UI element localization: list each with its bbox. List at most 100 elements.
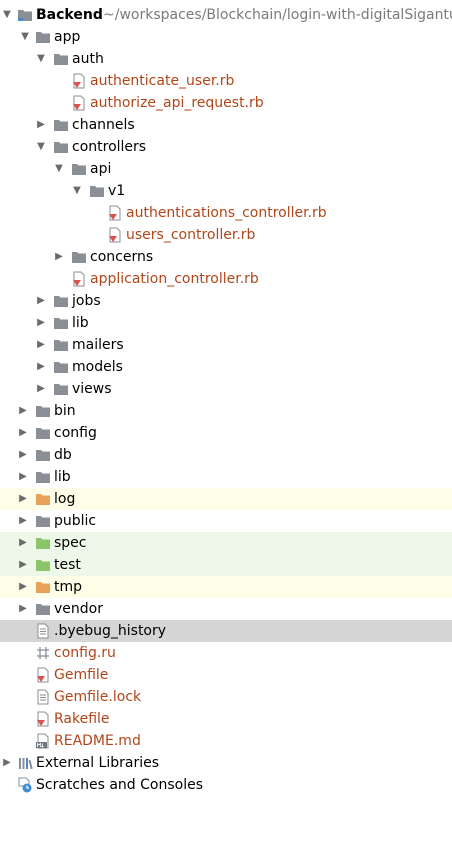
tree-row-scratches[interactable]: Scratches and Consoles xyxy=(0,774,452,796)
tree-row-gemfile[interactable]: Gemfile xyxy=(0,664,452,686)
collapsed-arrow-icon[interactable]: ▶ xyxy=(35,114,47,136)
tree-row-users-controller[interactable]: users_controller.rb xyxy=(0,224,452,246)
tree-row-readme[interactable]: README.md xyxy=(0,730,452,752)
tree-row-log[interactable]: ▶ log xyxy=(0,488,452,510)
file-label: Gemfile.lock xyxy=(54,689,142,705)
tree-row-app-lib[interactable]: ▶ lib xyxy=(0,312,452,334)
folder-icon xyxy=(89,183,105,199)
excluded-folder-icon xyxy=(35,491,51,507)
collapsed-arrow-icon[interactable]: ▶ xyxy=(17,466,29,488)
folder-icon xyxy=(35,425,51,441)
test-folder-icon xyxy=(35,535,51,551)
tree-row-tmp[interactable]: ▶ tmp xyxy=(0,576,452,598)
ruby-file-icon xyxy=(35,711,51,727)
tree-row-lib[interactable]: ▶ lib xyxy=(0,466,452,488)
tree-row-bin[interactable]: ▶ bin xyxy=(0,400,452,422)
folder-label: spec xyxy=(54,535,87,551)
tree-row-backend[interactable]: ▼ Backend ~/workspaces/Blockchain/login-… xyxy=(0,4,452,26)
tree-row-authorize-api-request[interactable]: authorize_api_request.rb xyxy=(0,92,452,114)
tree-row-jobs[interactable]: ▶ jobs xyxy=(0,290,452,312)
folder-icon xyxy=(35,29,51,45)
collapsed-arrow-icon[interactable]: ▶ xyxy=(17,554,29,576)
expanded-arrow-icon[interactable]: ▼ xyxy=(19,26,31,48)
tree-row-authenticate-user[interactable]: authenticate_user.rb xyxy=(0,70,452,92)
collapsed-arrow-icon[interactable]: ▶ xyxy=(17,576,29,598)
collapsed-arrow-icon[interactable]: ▶ xyxy=(17,422,29,444)
test-folder-icon xyxy=(35,557,51,573)
collapsed-arrow-icon[interactable]: ▶ xyxy=(17,488,29,510)
folder-label: concerns xyxy=(90,249,154,265)
tree-row-authentications-controller[interactable]: authentications_controller.rb xyxy=(0,202,452,224)
folder-label: lib xyxy=(54,469,71,485)
expanded-arrow-icon[interactable]: ▼ xyxy=(53,158,65,180)
folder-icon xyxy=(35,513,51,529)
collapsed-arrow-icon[interactable]: ▶ xyxy=(35,312,47,334)
tree-row-views[interactable]: ▶ views xyxy=(0,378,452,400)
tree-row-controllers[interactable]: ▼ controllers xyxy=(0,136,452,158)
expanded-arrow-icon[interactable]: ▼ xyxy=(71,180,83,202)
folder-label: auth xyxy=(72,51,104,67)
collapsed-arrow-icon[interactable]: ▶ xyxy=(35,356,47,378)
text-file-icon xyxy=(35,623,51,639)
expanded-arrow-icon[interactable]: ▼ xyxy=(1,4,13,26)
config-file-icon xyxy=(35,645,51,661)
folder-icon xyxy=(71,249,87,265)
file-label: authenticate_user.rb xyxy=(90,73,235,89)
folder-icon xyxy=(53,337,69,353)
folder-icon xyxy=(53,51,69,67)
tree-row-application-controller[interactable]: application_controller.rb xyxy=(0,268,452,290)
tree-row-concerns[interactable]: ▶ concerns xyxy=(0,246,452,268)
folder-label: public xyxy=(54,513,97,529)
collapsed-arrow-icon[interactable]: ▶ xyxy=(35,378,47,400)
file-label: .byebug_history xyxy=(54,623,167,639)
folder-label: vendor xyxy=(54,601,103,617)
tree-row-mailers[interactable]: ▶ mailers xyxy=(0,334,452,356)
tree-row-vendor[interactable]: ▶ vendor xyxy=(0,598,452,620)
tree-row-public[interactable]: ▶ public xyxy=(0,510,452,532)
collapsed-arrow-icon[interactable]: ▶ xyxy=(17,510,29,532)
node-label: Scratches and Consoles xyxy=(36,777,203,793)
tree-row-rakefile[interactable]: Rakefile xyxy=(0,708,452,730)
folder-icon xyxy=(53,359,69,375)
ruby-file-icon xyxy=(71,95,87,111)
folder-label: jobs xyxy=(72,293,101,309)
tree-row-db[interactable]: ▶ db xyxy=(0,444,452,466)
folder-label: api xyxy=(90,161,112,177)
tree-row-gemfile-lock[interactable]: Gemfile.lock xyxy=(0,686,452,708)
collapsed-arrow-icon[interactable]: ▶ xyxy=(35,290,47,312)
folder-icon xyxy=(35,601,51,617)
tree-row-app[interactable]: ▼ app xyxy=(0,26,452,48)
collapsed-arrow-icon[interactable]: ▶ xyxy=(17,444,29,466)
collapsed-arrow-icon[interactable]: ▶ xyxy=(1,752,13,774)
folder-icon xyxy=(35,403,51,419)
folder-icon xyxy=(35,469,51,485)
collapsed-arrow-icon[interactable]: ▶ xyxy=(53,246,65,268)
tree-row-config[interactable]: ▶ config xyxy=(0,422,452,444)
node-label: External Libraries xyxy=(36,755,159,771)
folder-label: config xyxy=(54,425,97,441)
folder-icon xyxy=(53,381,69,397)
file-label: users_controller.rb xyxy=(126,227,256,243)
tree-row-v1[interactable]: ▼ v1 xyxy=(0,180,452,202)
folder-label: log xyxy=(54,491,76,507)
tree-row-channels[interactable]: ▶ channels xyxy=(0,114,452,136)
tree-row-external-libraries[interactable]: ▶ External Libraries xyxy=(0,752,452,774)
tree-row-config-ru[interactable]: config.ru xyxy=(0,642,452,664)
tree-row-byebug-history[interactable]: .byebug_history xyxy=(0,620,452,642)
tree-row-spec[interactable]: ▶ spec xyxy=(0,532,452,554)
folder-label: tmp xyxy=(54,579,83,595)
tree-row-auth[interactable]: ▼ auth xyxy=(0,48,452,70)
collapsed-arrow-icon[interactable]: ▶ xyxy=(17,400,29,422)
file-label: application_controller.rb xyxy=(90,271,259,287)
folder-icon xyxy=(53,293,69,309)
expanded-arrow-icon[interactable]: ▼ xyxy=(35,136,47,158)
collapsed-arrow-icon[interactable]: ▶ xyxy=(35,334,47,356)
collapsed-arrow-icon[interactable]: ▶ xyxy=(17,532,29,554)
folder-label: mailers xyxy=(72,337,124,353)
collapsed-arrow-icon[interactable]: ▶ xyxy=(17,598,29,620)
tree-row-test[interactable]: ▶ test xyxy=(0,554,452,576)
tree-row-api[interactable]: ▼ api xyxy=(0,158,452,180)
markdown-file-icon xyxy=(35,733,51,749)
tree-row-models[interactable]: ▶ models xyxy=(0,356,452,378)
expanded-arrow-icon[interactable]: ▼ xyxy=(35,48,47,70)
